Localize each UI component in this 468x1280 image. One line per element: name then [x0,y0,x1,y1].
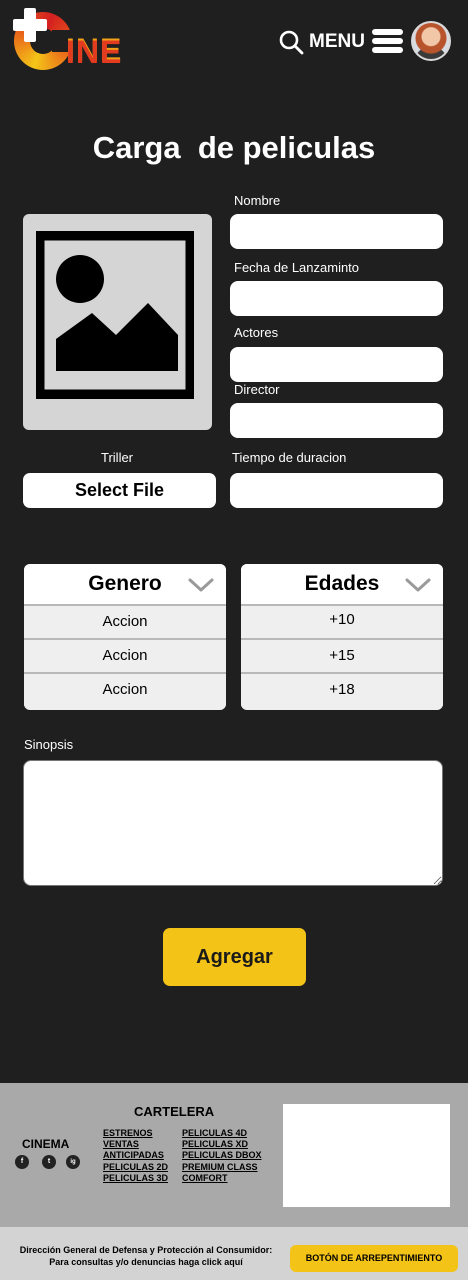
search-icon[interactable] [278,29,304,55]
footer-link[interactable]: ESTRENOS [103,1128,168,1139]
agregar-button[interactable]: Agregar [163,928,306,986]
footer-link[interactable]: ANTICIPADAS [103,1150,168,1161]
edades-option[interactable]: +10 [241,604,443,638]
duracion-label: Tiempo de duracion [232,450,347,465]
director-input[interactable] [230,403,443,438]
edades-option[interactable]: +15 [241,638,443,672]
image-placeholder-icon [36,231,194,399]
director-label: Director [234,382,280,397]
genero-option[interactable]: Accion [24,638,226,672]
footer-link[interactable]: PELICULAS 4D [182,1128,262,1139]
footer: CINEMA f t ig CARTELERA ESTRENOS VENTAS … [0,1083,468,1227]
consumer-bar: Dirección General de Defensa y Protecció… [0,1227,468,1280]
sinopsis-textarea[interactable] [23,760,443,886]
consumer-notice[interactable]: Dirección General de Defensa y Protecció… [10,1245,282,1268]
cine-logo[interactable]: INE [12,8,124,72]
footer-links-col1: ESTRENOS VENTAS ANTICIPADAS PELICULAS 2D… [103,1128,168,1184]
nombre-input[interactable] [230,214,443,249]
footer-link[interactable]: COMFORT [182,1173,262,1184]
logo-text: INE [66,34,123,70]
facebook-icon[interactable]: f [15,1155,29,1169]
trailer-label: Triller [101,450,134,465]
top-header: INE MENU [0,0,468,84]
footer-link[interactable]: PELICULAS DBOX [182,1150,262,1161]
duracion-input[interactable] [230,473,443,508]
select-file-button[interactable]: Select File [23,473,216,508]
nombre-label: Nombre [234,193,281,208]
footer-link[interactable]: PELICULAS XD [182,1139,262,1150]
fecha-label: Fecha de Lanzaminto [234,260,360,275]
footer-link[interactable]: PELICULAS 2D [103,1162,168,1173]
hamburger-icon[interactable] [372,29,403,53]
cartelera-title: CARTELERA [134,1104,215,1119]
edades-dropdown[interactable]: Edades +10 +15 +18 [241,564,443,710]
footer-link[interactable]: PELICULAS 3D [103,1173,168,1184]
footer-links-col2: PELICULAS 4D PELICULAS XD PELICULAS DBOX… [182,1128,262,1184]
footer-map-placeholder [283,1104,450,1207]
actores-label: Actores [234,325,279,340]
twitter-icon[interactable]: t [42,1155,56,1169]
arrepentimiento-button[interactable]: BOTÓN DE ARREPENTIMIENTO [290,1245,458,1272]
consumer-line2: Para consultas y/o denuncias haga click … [49,1256,243,1267]
edades-option[interactable]: +18 [241,672,443,706]
chevron-down-icon[interactable] [188,577,214,593]
user-avatar[interactable] [411,21,451,61]
sinopsis-label: Sinopsis [24,737,74,752]
genero-dropdown-header[interactable]: Genero [24,564,226,604]
genero-dropdown[interactable]: Genero Accion Accion Accion [24,564,226,710]
actores-input[interactable] [230,347,443,382]
page-title: Carga de peliculas [92,130,376,165]
genero-option[interactable]: Accion [24,604,226,638]
menu-label[interactable]: MENU [309,31,365,53]
footer-link[interactable]: VENTAS [103,1139,168,1150]
genero-option[interactable]: Accion [24,672,226,706]
instagram-icon[interactable]: ig [66,1155,80,1169]
edades-dropdown-header[interactable]: Edades [241,564,443,604]
poster-upload-placeholder[interactable] [23,214,212,430]
footer-cinema-label: CINEMA [22,1137,70,1151]
fecha-input[interactable] [230,281,443,316]
consumer-line1: Dirección General de Defensa y Protecció… [19,1245,273,1255]
chevron-down-icon[interactable] [405,577,431,593]
footer-link[interactable]: PREMIUM CLASS [182,1162,262,1173]
